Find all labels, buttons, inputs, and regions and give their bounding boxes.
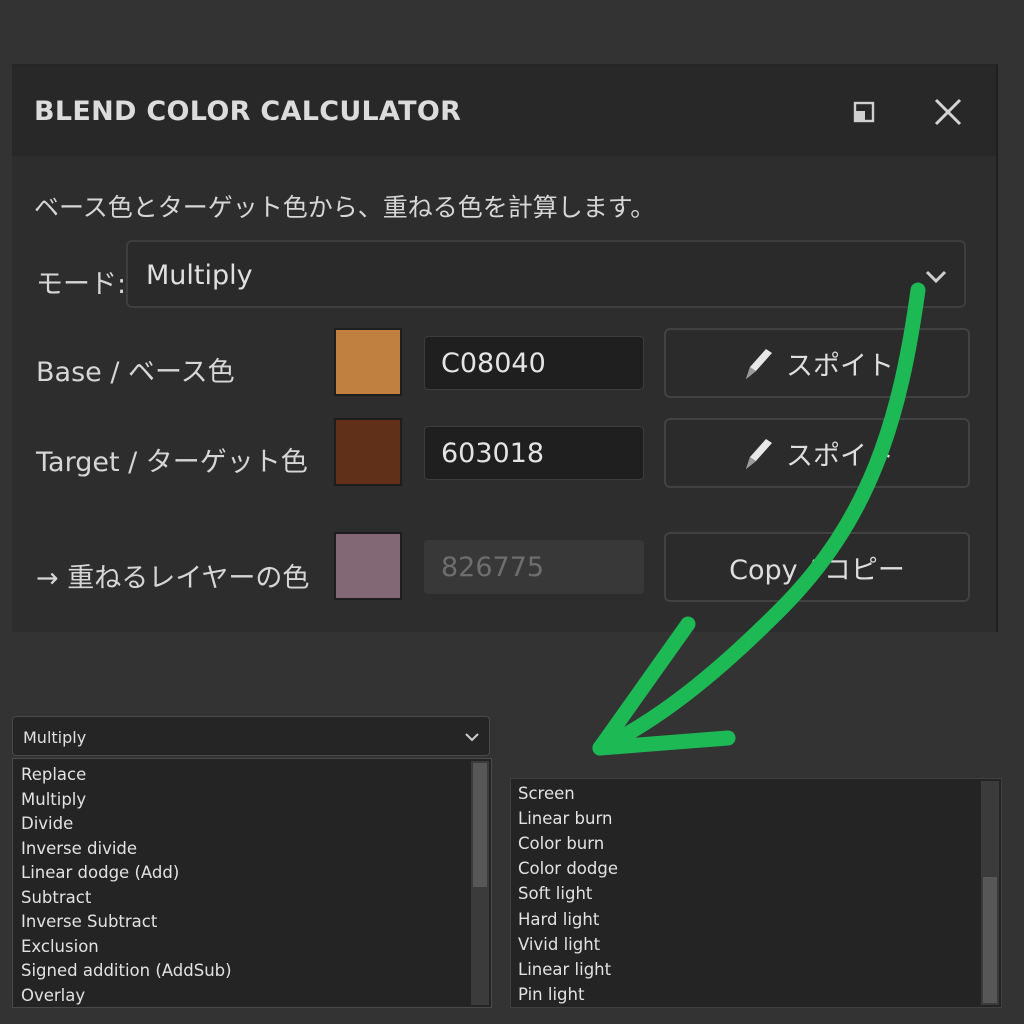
annotation-arrow-head — [592, 730, 736, 756]
dialog-description: ベース色とターゲット色から、重ねる色を計算します。 — [34, 193, 656, 222]
annotation-arrow-head — [592, 616, 696, 756]
mode-dropdown-value: Multiply — [23, 728, 87, 747]
mode-select-value: Multiply — [146, 260, 253, 291]
target-eyedropper-button[interactable]: スポイト — [664, 418, 970, 488]
scrollbar-thumb[interactable] — [983, 877, 997, 1003]
target-color-swatch[interactable] — [334, 418, 402, 486]
restore-window-icon — [853, 101, 875, 123]
eyedropper-label: スポイト — [786, 440, 894, 472]
eyedropper-icon — [746, 349, 772, 379]
copy-button[interactable]: Copy / コピー — [664, 532, 970, 602]
mode-dropdown-list-b: Screen Linear burn Color burn Color dodg… — [510, 778, 1002, 1008]
list-item[interactable]: Vivid light — [518, 935, 600, 954]
restore-button[interactable] — [842, 90, 886, 134]
list-item[interactable]: Pin light — [518, 985, 584, 1004]
mode-label: モード: — [36, 269, 127, 300]
result-color-label: → 重ねるレイヤーの色 — [36, 563, 310, 594]
list-item[interactable]: Inverse Subtract — [21, 912, 157, 931]
list-item[interactable]: Subtract — [21, 888, 91, 907]
title-bar: BLEND COLOR CALCULATOR — [12, 66, 996, 156]
mode-dropdown-list-a: Replace Multiply Divide Inverse divide L… — [12, 758, 492, 1008]
list-item[interactable]: Color dodge — [518, 859, 618, 878]
list-item[interactable]: Hard light — [518, 910, 599, 929]
base-hex-input[interactable]: C08040 — [424, 336, 644, 390]
chevron-down-icon — [925, 270, 947, 284]
list-item[interactable]: Linear light — [518, 960, 611, 979]
list-item[interactable]: Linear burn — [518, 809, 612, 828]
blend-color-dialog: BLEND COLOR CALCULATOR ベース色とターゲット色から、重ねる… — [12, 64, 998, 632]
base-color-swatch[interactable] — [334, 328, 402, 396]
list-item[interactable]: Divide — [21, 814, 73, 833]
mode-select[interactable]: Multiply — [126, 240, 966, 308]
base-eyedropper-button[interactable]: スポイト — [664, 328, 970, 398]
list-item[interactable]: Color burn — [518, 834, 604, 853]
eyedropper-label: スポイト — [786, 350, 894, 382]
result-color-swatch — [334, 532, 402, 600]
dialog-title: BLEND COLOR CALCULATOR — [34, 96, 462, 127]
close-button[interactable] — [926, 90, 970, 134]
scrollbar[interactable] — [471, 761, 489, 1005]
base-color-label: Base / ベース色 — [36, 357, 235, 388]
target-hex-input[interactable]: 603018 — [424, 426, 644, 480]
list-item[interactable]: Linear dodge (Add) — [21, 863, 179, 882]
close-icon — [934, 98, 962, 126]
target-color-label: Target / ターゲット色 — [36, 447, 308, 478]
copy-button-label: Copy / コピー — [729, 554, 905, 586]
result-hex-field: 826775 — [424, 540, 644, 594]
mode-dropdown-header[interactable]: Multiply — [12, 716, 490, 756]
list-item[interactable]: Soft light — [518, 884, 592, 903]
list-item[interactable]: Inverse divide — [21, 839, 137, 858]
scrollbar-thumb[interactable] — [473, 763, 487, 887]
list-item[interactable]: Replace — [21, 765, 86, 784]
list-item[interactable]: Overlay — [21, 986, 85, 1005]
eyedropper-icon — [746, 439, 772, 469]
list-item[interactable]: Screen — [518, 784, 575, 803]
list-item[interactable]: Exclusion — [21, 937, 99, 956]
list-item[interactable]: Signed addition (AddSub) — [21, 961, 232, 980]
list-item[interactable]: Multiply — [21, 790, 86, 809]
scrollbar[interactable] — [981, 781, 999, 1005]
chevron-down-icon — [465, 733, 479, 742]
